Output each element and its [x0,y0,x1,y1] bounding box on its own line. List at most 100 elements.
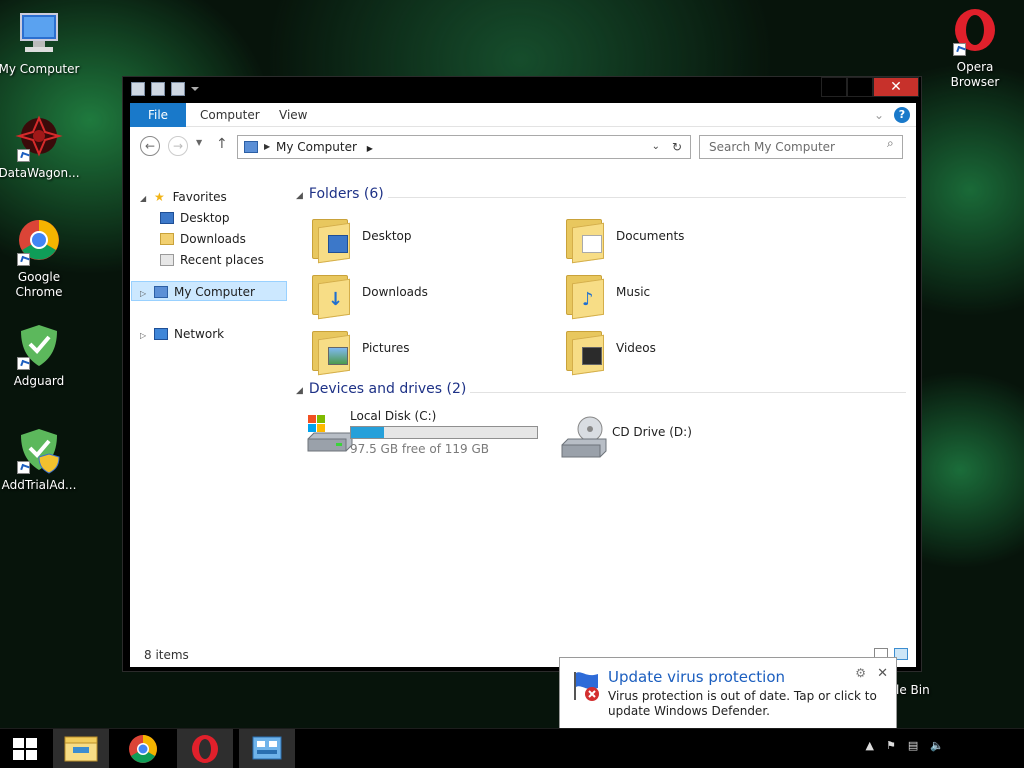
download-arrow-icon: ↓ [328,289,344,310]
defender-notification[interactable]: Update virus protection Virus protection… [559,657,897,739]
settings-wrench-icon[interactable]: ⚙ [855,666,866,680]
adguard-shield-icon [15,322,63,370]
desktop-icon-label: Google Chrome [15,270,63,299]
window-client-area: File Computer View ⌄ ? ← → ▼ ↑ ▶ My Comp… [130,103,916,667]
desktop-icon-datawagon[interactable]: DataWagon... [0,114,81,181]
show-hidden-icons-chevron-icon[interactable]: ▲ [866,739,874,752]
breadcrumb-separator-icon[interactable]: ▶ [367,144,373,153]
taskbar-opera[interactable] [177,729,233,768]
control-panel-icon [252,736,282,760]
group-divider [470,392,906,393]
address-bar[interactable]: ▶ My Computer ▶ ⌄ ↻ [237,135,691,159]
downloads-folder-icon [160,233,174,245]
taskbar-control-panel[interactable] [239,729,295,768]
notification-title: Update virus protection [608,668,786,686]
expand-ribbon-chevron-icon[interactable]: ⌄ [874,108,884,122]
properties-icon[interactable] [151,82,165,96]
chrome-icon [129,735,157,763]
desktop-icon-addtrialad[interactable]: AddTrialAd... [0,426,81,493]
maximize-button[interactable] [847,77,873,97]
folder-tile-videos[interactable]: Videos [564,325,784,377]
desktop-icon [160,212,174,224]
recent-locations-chevron-icon[interactable]: ▼ [196,138,202,147]
taskbar-file-explorer[interactable] [53,729,109,768]
film-icon [582,347,602,365]
close-icon[interactable]: ✕ [877,666,888,681]
nav-item-label: Desktop [180,211,230,225]
cd-drive-icon [560,415,608,459]
music-note-icon: ♪ [582,289,594,310]
nav-item-label: Recent places [180,253,264,267]
nav-item-my-computer[interactable]: ▷ My Computer [131,281,287,301]
document-icon [582,235,602,253]
breadcrumb-separator-icon[interactable]: ▶ [264,136,270,158]
window-computer-icon[interactable] [131,82,145,96]
customize-toolbar-chevron-icon[interactable] [191,87,199,95]
folder-tile-documents[interactable]: Documents [564,213,784,265]
nav-item-network[interactable]: ▷ Network [140,324,224,344]
forward-button[interactable]: → [168,136,188,156]
drive-usage-fill [351,427,385,438]
folder-label: Documents [616,229,685,243]
volume-muted-icon[interactable]: 🔈 [930,739,944,752]
tab-file[interactable]: File [130,103,186,127]
search-input[interactable]: Search My Computer [699,135,903,159]
start-button[interactable] [0,729,50,768]
new-folder-icon[interactable] [171,82,185,96]
nav-item-downloads[interactable]: Downloads [160,229,246,249]
collapse-triangle-icon[interactable]: ◢ [296,386,303,396]
nav-item-desktop[interactable]: Desktop [160,208,230,228]
expand-triangle-icon[interactable]: ▷ [140,289,146,298]
search-icon: ⌕ [887,136,894,150]
folder-tile-downloads[interactable]: ↓ Downloads [310,269,530,321]
recent-places-icon [160,254,174,266]
title-bar[interactable]: ✕ [123,77,921,103]
nav-favorites-label: Favorites [172,190,227,204]
folder-tile-pictures[interactable]: Pictures [310,325,530,377]
breadcrumb-my-computer[interactable]: My Computer [276,140,357,154]
adguard-trial-icon [15,426,63,474]
group-divider [388,197,906,198]
ribbon: File Computer View ⌄ ? [130,103,916,127]
close-button[interactable]: ✕ [873,77,919,97]
folder-icon [564,215,606,264]
desktop-icon-adguard[interactable]: Adguard [0,322,81,389]
taskbar-chrome[interactable] [115,729,171,768]
action-center-flag-icon[interactable]: ⚑ [886,739,896,752]
desktop-icon-my-computer[interactable]: My Computer [0,10,81,77]
nav-favorites[interactable]: ◢ ★ Favorites [140,187,227,207]
minimize-button[interactable] [821,77,847,97]
folder-label: Music [616,285,651,299]
expand-triangle-icon[interactable]: ▷ [140,331,146,340]
shortcut-arrow-icon [17,149,30,162]
computer-icon [15,10,63,58]
desktop-icon-opera[interactable]: Opera Browser [933,8,1017,90]
group-header-folders[interactable]: ◢ Folders (6) [296,186,384,202]
collapse-triangle-icon[interactable]: ◢ [296,191,303,201]
network-icon [153,328,168,340]
nav-item-recent-places[interactable]: Recent places [160,250,264,270]
address-dropdown-chevron-icon[interactable]: ⌄ [652,136,660,158]
group-header-devices[interactable]: ◢ Devices and drives (2) [296,381,466,397]
network-icon[interactable]: ▤ [908,739,918,752]
collapse-triangle-icon[interactable]: ◢ [140,194,146,203]
folder-label: Downloads [362,285,428,299]
recycle-bin-label[interactable]: le Bin [896,683,930,697]
folder-tile-desktop[interactable]: Desktop [310,213,530,265]
folder-icon [310,327,352,376]
desktop-icon-label: AddTrialAd... [1,478,77,492]
drive-tile-local-disk[interactable]: Local Disk (C:) 97.5 GB free of 119 GB [306,409,556,465]
tab-view[interactable]: View [279,103,307,127]
group-header-label: Folders (6) [308,186,384,202]
folder-icon: ↓ [310,271,352,320]
tab-computer[interactable]: Computer [200,103,260,127]
refresh-icon[interactable]: ↻ [672,136,682,158]
up-arrow-icon[interactable]: ↑ [216,136,228,152]
help-icon[interactable]: ? [894,107,910,123]
navigation-pane: ◢ ★ Favorites Desktop Downloads Recent p… [130,189,290,649]
content-pane: ◢ Folders (6) Desktop Documents ↓ Downloa… [296,186,908,639]
folder-tile-music[interactable]: ♪ Music [564,269,784,321]
drive-tile-cd[interactable]: CD Drive (D:) [560,415,780,465]
back-button[interactable]: ← [140,136,160,156]
desktop-icon-google-chrome[interactable]: Google Chrome [0,218,81,300]
